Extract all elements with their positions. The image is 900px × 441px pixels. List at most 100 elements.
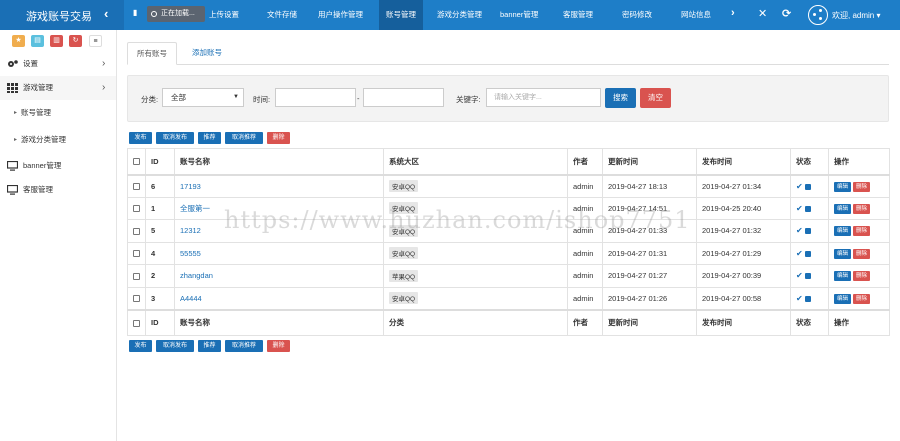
edit-button[interactable]: 编辑 bbox=[834, 271, 852, 282]
close-tabs-icon[interactable]: ✕ bbox=[758, 7, 767, 20]
recommend-thumb-icon[interactable] bbox=[804, 295, 811, 302]
publish-button[interactable]: 发布 bbox=[129, 132, 152, 144]
row-delete-button[interactable]: 删除 bbox=[853, 248, 871, 259]
row-checkbox[interactable] bbox=[127, 174, 146, 197]
end-time-input[interactable] bbox=[363, 88, 444, 107]
delete-button[interactable]: 删除 bbox=[267, 132, 290, 144]
star-icon[interactable]: ★ bbox=[12, 35, 25, 47]
sidebar-item-settings[interactable]: 设置 › bbox=[0, 52, 116, 76]
sidebar-item-customer-service[interactable]: 客服管理 bbox=[0, 178, 116, 202]
row-delete-button[interactable]: 删除 bbox=[853, 203, 871, 214]
account-name-link[interactable]: 全服第一 bbox=[180, 204, 210, 213]
published-check-icon[interactable]: ✔ bbox=[796, 294, 803, 303]
recommend-button[interactable]: 推荐 bbox=[198, 340, 221, 352]
publish-button[interactable]: 发布 bbox=[129, 340, 152, 352]
account-name-link[interactable]: 12312 bbox=[180, 226, 201, 235]
row-checkbox[interactable] bbox=[127, 219, 146, 242]
row-delete-button[interactable]: 删除 bbox=[853, 271, 871, 282]
nav-customer-service[interactable]: 客服管理 bbox=[563, 0, 593, 30]
row-author: admin bbox=[567, 264, 603, 287]
sidebar-collapse-icon[interactable]: ‹ bbox=[104, 6, 108, 21]
edit-button[interactable]: 编辑 bbox=[834, 226, 852, 237]
col-region[interactable]: 系统大区 bbox=[383, 148, 568, 176]
nav-game-category[interactable]: 游戏分类管理 bbox=[437, 0, 482, 30]
row-checkbox[interactable] bbox=[127, 264, 146, 287]
sidebar-item-game-management[interactable]: 游戏管理 › bbox=[0, 76, 116, 100]
nav-account-management[interactable]: 账号管理 bbox=[379, 0, 423, 30]
tab-all-accounts[interactable]: 所有账号 bbox=[127, 42, 177, 65]
recommend-thumb-icon[interactable] bbox=[804, 250, 811, 257]
tab-add-account[interactable]: 添加账号 bbox=[183, 42, 231, 65]
row-checkbox[interactable] bbox=[127, 286, 146, 310]
col-name[interactable]: 账号名称 bbox=[174, 148, 384, 176]
table-header-row: ID 账号名称 系统大区 作者 更新时间 发布时间 状态 操作 bbox=[127, 148, 890, 176]
unrecommend-button[interactable]: 取消推荐 bbox=[225, 132, 263, 144]
category-select[interactable]: 全部 ▼ bbox=[162, 88, 244, 107]
unpublish-button[interactable]: 取消发布 bbox=[156, 340, 194, 352]
nav-scroll-left-icon[interactable]: ▮ bbox=[133, 8, 137, 17]
unpublish-button[interactable]: 取消发布 bbox=[156, 132, 194, 144]
row-checkbox[interactable] bbox=[127, 196, 146, 220]
edit-button[interactable]: 编辑 bbox=[834, 203, 852, 214]
col-updated[interactable]: 更新时间 bbox=[602, 148, 697, 176]
row-region: 安卓QQ bbox=[383, 196, 568, 220]
row-delete-button[interactable]: 删除 bbox=[853, 293, 871, 304]
recommend-thumb-icon[interactable] bbox=[804, 205, 811, 212]
row-status: ✔ bbox=[790, 241, 829, 265]
user-menu[interactable]: 欢迎, admin ▾ bbox=[832, 10, 880, 21]
account-name-link[interactable]: A4444 bbox=[180, 294, 202, 303]
sidebar-item-account-management[interactable]: ▸ 账号管理 bbox=[0, 102, 116, 124]
clear-button[interactable]: 清空 bbox=[640, 88, 671, 108]
row-delete-button[interactable]: 删除 bbox=[853, 181, 871, 192]
nav-site-info[interactable]: 网站信息 bbox=[681, 0, 711, 30]
nav-banner[interactable]: banner管理 bbox=[500, 0, 538, 30]
edit-button[interactable]: 编辑 bbox=[834, 248, 852, 259]
recommend-thumb-icon[interactable] bbox=[804, 228, 811, 235]
recommend-thumb-icon[interactable] bbox=[804, 273, 811, 280]
row-author: admin bbox=[567, 174, 603, 197]
refresh-icon[interactable]: ⟳ bbox=[782, 7, 791, 20]
delete-button[interactable]: 删除 bbox=[267, 340, 290, 352]
edit-button[interactable]: 编辑 bbox=[834, 181, 852, 192]
refresh-icon[interactable]: ↻ bbox=[69, 35, 82, 47]
col-author[interactable]: 作者 bbox=[567, 148, 603, 176]
published-check-icon[interactable]: ✔ bbox=[796, 182, 803, 191]
file-icon[interactable]: ▤ bbox=[31, 35, 44, 47]
row-checkbox[interactable] bbox=[127, 241, 146, 265]
nav-password-change[interactable]: 密码修改 bbox=[622, 0, 652, 30]
loading-indicator: 正在加载... bbox=[147, 6, 205, 22]
region-tag: 安卓QQ bbox=[389, 247, 419, 260]
account-name-link[interactable]: 17193 bbox=[180, 182, 201, 191]
list-icon[interactable]: ≡ bbox=[89, 35, 102, 47]
edit-button[interactable]: 编辑 bbox=[834, 293, 852, 304]
spinner-icon bbox=[151, 11, 157, 17]
select-all-checkbox[interactable] bbox=[127, 308, 146, 336]
recommend-thumb-icon[interactable] bbox=[804, 183, 811, 190]
avatar-share-icon[interactable] bbox=[808, 5, 828, 25]
published-check-icon[interactable]: ✔ bbox=[796, 204, 803, 213]
account-name-link[interactable]: zhangdan bbox=[180, 271, 213, 280]
start-time-input[interactable] bbox=[275, 88, 356, 107]
row-status: ✔ bbox=[790, 286, 829, 310]
col-actions: 操作 bbox=[828, 148, 890, 176]
nav-file-storage[interactable]: 文件存储 bbox=[267, 0, 297, 30]
row-author: admin bbox=[567, 241, 603, 265]
published-check-icon[interactable]: ✔ bbox=[796, 249, 803, 258]
unrecommend-button[interactable]: 取消推荐 bbox=[225, 340, 263, 352]
sidebar-item-banner[interactable]: banner管理 bbox=[0, 154, 116, 178]
published-check-icon[interactable]: ✔ bbox=[796, 226, 803, 235]
published-check-icon[interactable]: ✔ bbox=[796, 271, 803, 280]
select-all-checkbox[interactable] bbox=[127, 148, 146, 176]
recommend-button[interactable]: 推荐 bbox=[198, 132, 221, 144]
col-id[interactable]: ID bbox=[145, 148, 175, 176]
col-published[interactable]: 发布时间 bbox=[696, 148, 791, 176]
nav-user-operations[interactable]: 用户操作管理 bbox=[318, 0, 363, 30]
keyword-input[interactable]: 请输入关键字... bbox=[486, 88, 601, 107]
search-button[interactable]: 搜索 bbox=[605, 88, 636, 108]
sidebar-item-game-category[interactable]: ▸ 游戏分类管理 bbox=[0, 129, 116, 151]
trash-icon[interactable]: ▥ bbox=[50, 35, 63, 47]
row-delete-button[interactable]: 删除 bbox=[853, 226, 871, 237]
nav-scroll-right-icon[interactable]: › bbox=[731, 7, 735, 19]
nav-upload-settings[interactable]: 上传设置 bbox=[209, 0, 239, 30]
account-name-link[interactable]: 55555 bbox=[180, 249, 201, 258]
